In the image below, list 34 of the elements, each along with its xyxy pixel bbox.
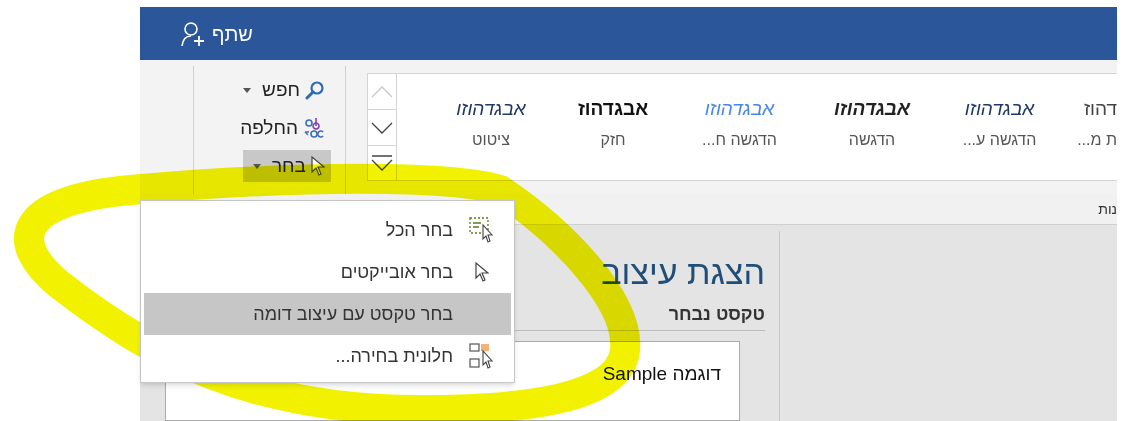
menu-item[interactable]: בחר אובייקטים xyxy=(144,251,511,293)
style-option[interactable]: דהוז ת מ... xyxy=(1062,74,1117,181)
style-name: חזק xyxy=(600,132,626,149)
group-label: נות xyxy=(1098,199,1117,219)
search-icon xyxy=(305,80,325,101)
style-name: הדגשה xyxy=(848,132,896,149)
select-all-icon xyxy=(469,217,495,243)
share-button[interactable]: שתף xyxy=(180,18,253,49)
style-sample: דהוז xyxy=(1083,99,1117,119)
style-sample: אבגדהוזו xyxy=(456,99,526,119)
chevron-down-icon xyxy=(371,121,393,134)
style-option[interactable]: אבגדהוזו הדגשה ח... xyxy=(672,74,807,181)
style-sample: אבגדהוזו xyxy=(834,99,910,119)
style-name: הדגשה ח... xyxy=(702,132,777,149)
replace-icon xyxy=(303,116,325,141)
menu-item[interactable]: חלונית בחירה... xyxy=(144,335,511,377)
style-option[interactable]: אבגדהוזו הדגשה ע... xyxy=(937,74,1062,181)
selection-pane-icon xyxy=(469,343,495,369)
chevron-up-icon xyxy=(371,85,393,98)
style-sample: אבגדהוזו xyxy=(964,99,1035,119)
style-option[interactable]: אבגדהוזו ציטוט xyxy=(428,74,554,181)
add-person-icon xyxy=(180,20,206,47)
menu-item[interactable]: בחר טקסט עם עיצוב דומה xyxy=(144,293,511,335)
style-option[interactable]: אבגדהוזו הדגשה xyxy=(807,74,937,181)
ribbon-button[interactable]: החלפה xyxy=(234,112,331,145)
cursor-icon xyxy=(475,262,489,282)
style-option[interactable]: אבגדהוז חזק xyxy=(554,74,672,181)
ribbon-button[interactable]: חפש xyxy=(239,74,331,107)
style-name: הדגשה ע... xyxy=(962,132,1037,149)
style-name: ת מ... xyxy=(1077,132,1117,149)
style-name: ציטוט xyxy=(472,132,510,149)
menu-item[interactable]: בחר הכל xyxy=(144,209,511,251)
style-sample: אבגדהוזו xyxy=(704,99,775,119)
style-sample: אבגדהוז xyxy=(577,99,649,119)
